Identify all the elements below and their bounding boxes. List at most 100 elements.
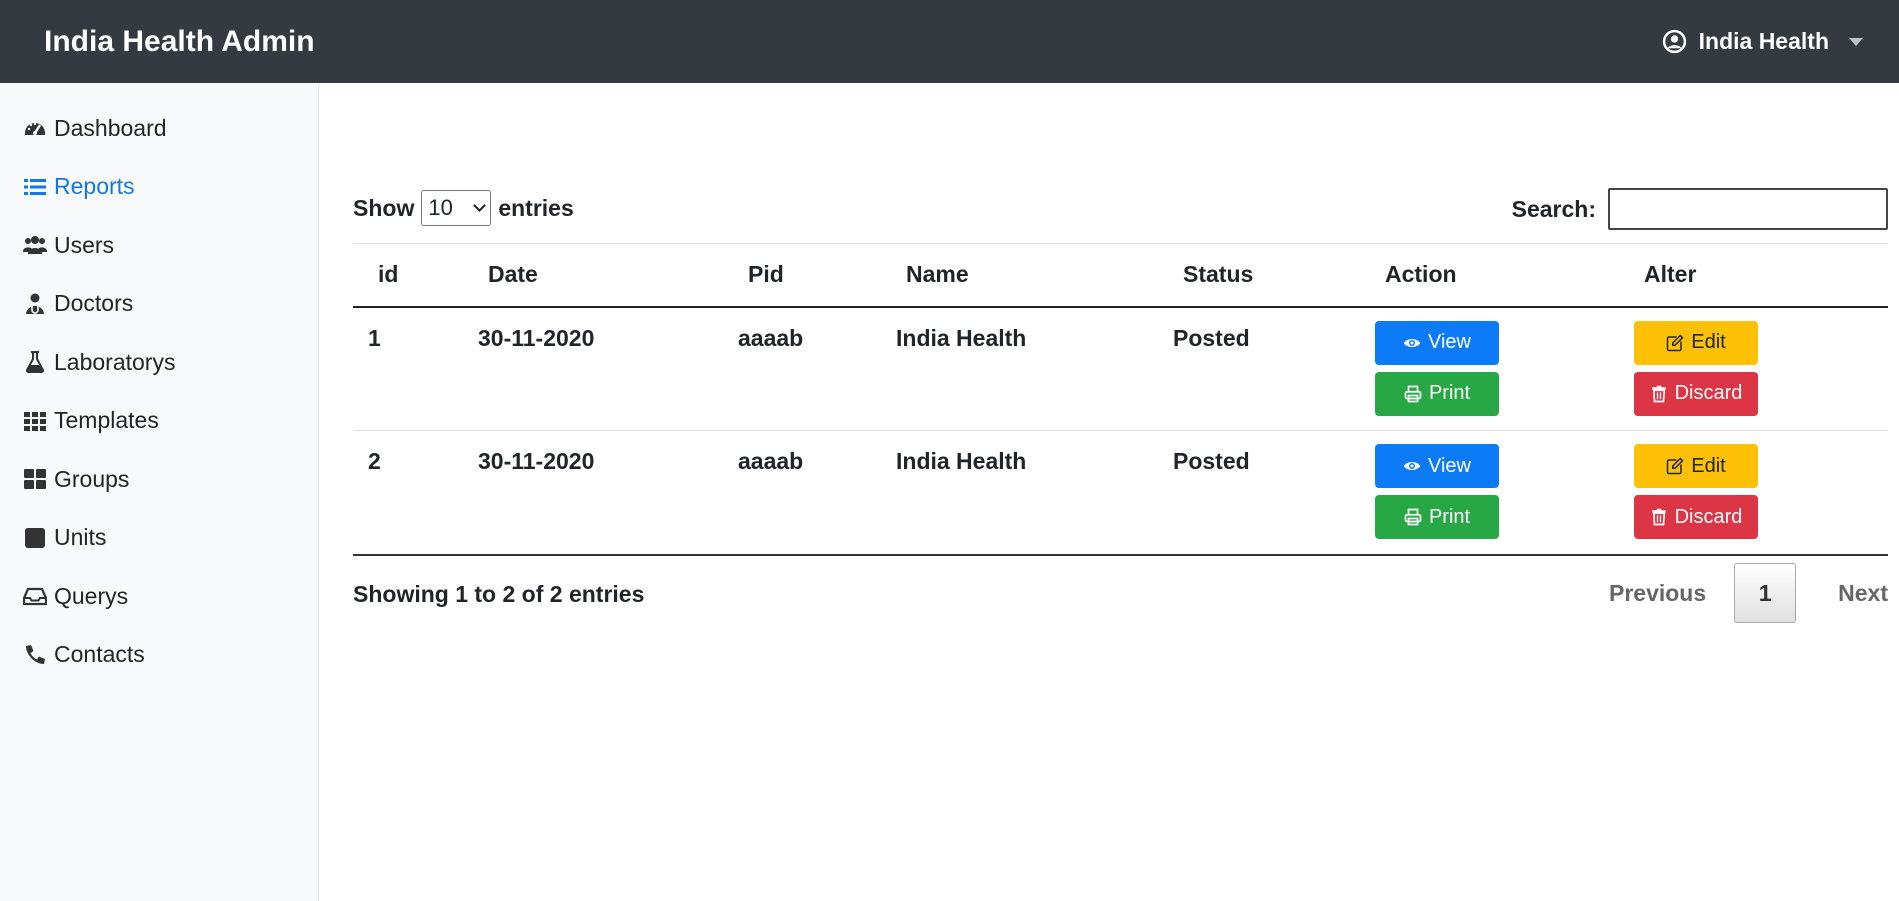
discard-label: Discard — [1674, 505, 1743, 528]
page-length-select[interactable]: 10 — [421, 190, 492, 226]
discard-label: Discard — [1674, 382, 1743, 404]
sidebar-item-label: Contacts — [54, 641, 145, 668]
column-header-date[interactable]: Date — [463, 243, 723, 308]
edit-button[interactable]: Edit — [1634, 320, 1758, 365]
table-footer: Showing 1 to 2 of 2 entries Previous 1 N… — [353, 563, 1888, 623]
th-large-icon — [24, 469, 46, 490]
sidebar-item-label: Doctors — [54, 290, 134, 317]
cell-status: Posted — [1158, 430, 1360, 556]
main-content: Show 10 entries Search: id Date Pid Name — [319, 83, 1899, 901]
column-header-alter[interactable]: Alter — [1619, 243, 1888, 308]
cell-name: India Health — [881, 430, 1158, 556]
cell-id: 2 — [353, 430, 463, 556]
cell-date: 30-11-2020 — [463, 430, 723, 556]
chevron-down-icon — [473, 199, 487, 212]
brand-title[interactable]: India Health Admin — [44, 25, 315, 59]
sidebar-item-label: Reports — [54, 173, 135, 200]
inbox-icon — [23, 588, 47, 606]
table-row: 1 30-11-2020 aaaab India Health Posted V… — [353, 306, 1888, 431]
print-label: Print — [1428, 505, 1471, 528]
sidebar-item-contacts[interactable]: Contacts — [0, 626, 318, 685]
table-info: Showing 1 to 2 of 2 entries — [353, 581, 645, 607]
column-header-status[interactable]: Status — [1158, 243, 1360, 308]
column-header-action[interactable]: Action — [1360, 243, 1619, 308]
cell-pid: aaaab — [723, 430, 881, 556]
show-label: Show — [353, 194, 415, 221]
user-menu[interactable]: India Health — [1662, 28, 1863, 55]
sidebar-item-users[interactable]: Users — [0, 216, 318, 275]
previous-page-button[interactable]: Previous — [1581, 580, 1734, 607]
discard-button[interactable]: Discard — [1634, 495, 1758, 539]
print-button[interactable]: Print — [1375, 371, 1499, 416]
entries-label: entries — [498, 194, 574, 221]
tachometer-icon — [25, 123, 45, 136]
table-header-row: id Date Pid Name Status Action Alter — [353, 243, 1888, 308]
sidebar-item-label: Laboratorys — [54, 348, 176, 375]
list-icon — [24, 178, 46, 195]
cell-date: 30-11-2020 — [463, 306, 723, 431]
edit-label: Edit — [1691, 454, 1726, 477]
sidebar-item-label: Querys — [54, 582, 129, 609]
trash-icon — [1651, 385, 1666, 402]
column-header-id[interactable]: id — [353, 243, 463, 308]
sidebar-item-label: Units — [54, 524, 107, 551]
user-circle-icon — [1662, 29, 1686, 54]
printer-icon — [1404, 508, 1422, 526]
cell-status: Posted — [1158, 306, 1360, 431]
printer-icon — [1404, 385, 1422, 402]
column-header-pid[interactable]: Pid — [723, 243, 881, 308]
sidebar-item-label: Templates — [54, 407, 159, 434]
user-name: India Health — [1698, 28, 1829, 54]
column-header-name[interactable]: Name — [881, 243, 1158, 308]
phone-icon — [26, 644, 45, 664]
chevron-down-icon — [1849, 37, 1863, 46]
eye-icon — [1403, 338, 1421, 347]
sidebar-item-laboratorys[interactable]: Laboratorys — [0, 333, 318, 392]
sidebar-item-reports[interactable]: Reports — [0, 158, 318, 217]
edit-button[interactable]: Edit — [1634, 444, 1758, 488]
view-button[interactable]: View — [1375, 444, 1499, 488]
table-row: 2 30-11-2020 aaaab India Health Posted V… — [353, 430, 1888, 556]
pagination: Previous 1 Next — [1581, 563, 1888, 623]
search-input[interactable] — [1608, 188, 1888, 230]
sidebar-item-groups[interactable]: Groups — [0, 450, 318, 509]
eye-icon — [1403, 462, 1421, 470]
next-page-button[interactable]: Next — [1796, 580, 1888, 607]
cell-alter: Edit Discard — [1619, 430, 1888, 556]
sidebar-item-label: Groups — [54, 465, 130, 492]
sidebar-item-templates[interactable]: Templates — [0, 392, 318, 451]
edit-icon — [1667, 333, 1684, 351]
flask-icon — [25, 351, 45, 374]
page-button-current[interactable]: 1 — [1734, 563, 1797, 623]
table-toolbar: Show 10 entries Search: — [353, 188, 1888, 233]
doctor-icon — [26, 293, 44, 314]
page-length-control: Show 10 entries — [353, 188, 574, 228]
view-button[interactable]: View — [1375, 320, 1499, 365]
page-length-value: 10 — [428, 195, 453, 220]
edit-label: Edit — [1691, 331, 1726, 353]
trash-icon — [1651, 508, 1666, 526]
grid-icon — [24, 411, 46, 431]
sidebar-item-label: Users — [54, 231, 115, 258]
sidebar-item-querys[interactable]: Querys — [0, 567, 318, 626]
search-control: Search: — [1512, 188, 1888, 230]
sidebar-item-dashboard[interactable]: Dashboard — [0, 99, 318, 158]
discard-button[interactable]: Discard — [1634, 371, 1758, 416]
cell-id: 1 — [353, 306, 463, 431]
users-icon — [23, 236, 47, 255]
cell-pid: aaaab — [723, 306, 881, 431]
reports-table: id Date Pid Name Status Action Alter 1 3… — [353, 243, 1888, 556]
print-label: Print — [1428, 382, 1471, 404]
edit-icon — [1667, 457, 1684, 475]
cell-name: India Health — [881, 306, 1158, 431]
sidebar-item-doctors[interactable]: Doctors — [0, 275, 318, 334]
sidebar-item-units[interactable]: Units — [0, 509, 318, 568]
print-button[interactable]: Print — [1375, 495, 1499, 539]
search-label: Search: — [1511, 195, 1596, 222]
cell-alter: Edit Discard — [1619, 306, 1888, 431]
cell-action: View Print — [1360, 430, 1619, 556]
view-label: View — [1428, 454, 1471, 477]
square-icon — [25, 527, 45, 548]
top-navbar: India Health Admin India Health — [0, 0, 1899, 83]
sidebar: Dashboard Reports Users Doctors Laborato… — [0, 83, 319, 901]
